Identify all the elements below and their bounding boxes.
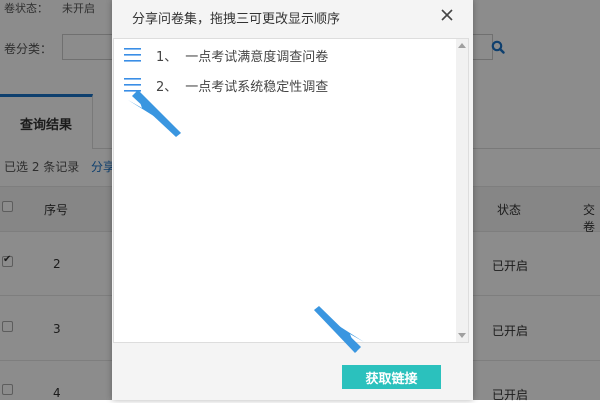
share-dialog: 分享问卷集，拖拽三可更改显示顺序 1、 一点考试满意度调查问卷 2、 一点考试系… xyxy=(112,0,473,400)
drag-handle-icon[interactable] xyxy=(124,47,142,63)
sortable-list: 1、 一点考试满意度调查问卷 2、 一点考试系统稳定性调查 xyxy=(113,38,469,343)
scroll-up-icon[interactable] xyxy=(458,43,466,48)
dialog-header: 分享问卷集，拖拽三可更改显示顺序 xyxy=(112,0,473,34)
item-name: 一点考试系统稳定性调查 xyxy=(185,79,329,95)
item-number: 2、 xyxy=(156,79,178,95)
item-name: 一点考试满意度调查问卷 xyxy=(185,49,329,65)
list-item[interactable]: 1、 一点考试满意度调查问卷 xyxy=(124,45,328,65)
close-icon[interactable] xyxy=(438,6,456,24)
scroll-down-icon[interactable] xyxy=(458,333,466,338)
item-number: 1、 xyxy=(156,49,178,65)
dialog-footer: 获取链接 xyxy=(112,344,473,400)
drag-handle-icon[interactable] xyxy=(124,77,142,93)
dialog-title: 分享问卷集，拖拽三可更改显示顺序 xyxy=(132,12,341,27)
get-link-button[interactable]: 获取链接 xyxy=(342,365,441,389)
scrollbar[interactable] xyxy=(456,39,468,342)
list-item[interactable]: 2、 一点考试系统稳定性调查 xyxy=(124,75,328,95)
